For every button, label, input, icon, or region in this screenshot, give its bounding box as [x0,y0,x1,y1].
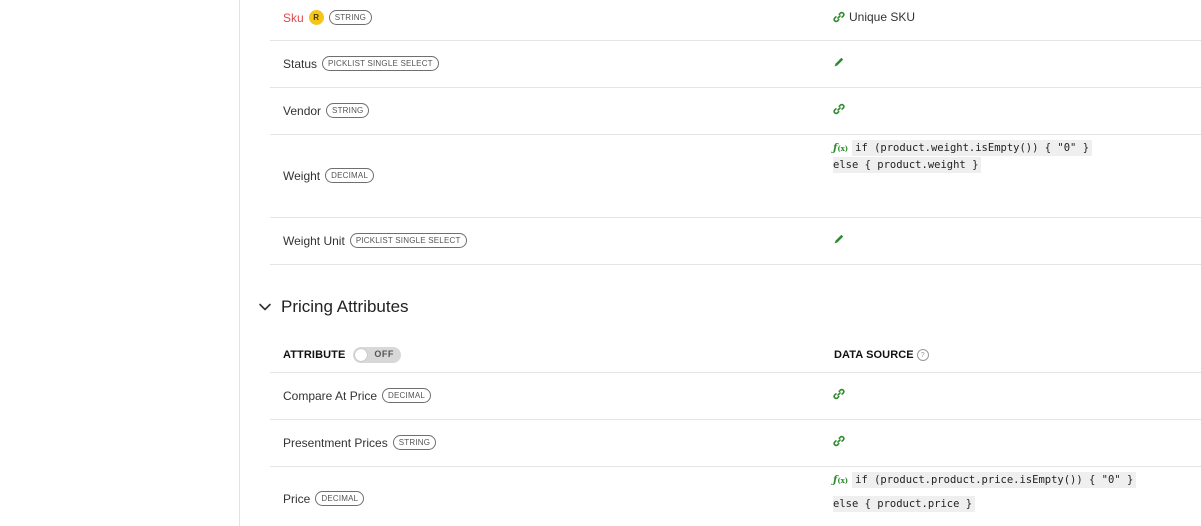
link-icon [833,103,845,115]
left-panel [0,0,240,526]
data-source-cell[interactable] [833,388,845,400]
data-source-cell[interactable]: Unique SKU [833,10,915,24]
attribute-cell: Status PICKLIST SINGLE SELECT [283,56,439,71]
formula-code: if (product.product.price.isEmpty()) { "… [852,472,1137,488]
formula-line: else { product.weight } [833,157,1092,173]
type-badge: DECIMAL [382,388,432,403]
table-row: Sku R STRING Unique SKU [270,0,1201,41]
attribute-name: Weight [283,168,321,183]
data-source-label: Unique SKU [849,10,916,24]
data-source-cell[interactable] [833,56,845,68]
formula-code: else { product.weight } [833,157,982,173]
section-header-pricing[interactable]: Pricing Attributes [258,297,409,317]
table-header: ATTRIBUTE OFF DATA SOURCE ? [270,340,1201,373]
formula-cell[interactable]: ƒ(x) if (product.product.price.isEmpty()… [833,472,1137,512]
attribute-mapping-content: Sku R STRING Unique SKU Status PICKLIST … [240,0,1201,526]
attribute-name: Sku [283,10,304,25]
required-badge: R [308,10,324,25]
toggle-knob [355,349,368,361]
data-source-cell[interactable] [833,435,845,447]
type-badge: DECIMAL [315,491,365,506]
table-row: Vendor STRING [270,88,1201,135]
table-row: Status PICKLIST SINGLE SELECT [270,41,1201,88]
pencil-icon [834,234,844,244]
table-row: Price DECIMAL ƒ(x) if (product.product.p… [270,467,1201,526]
data-source-cell[interactable] [833,233,845,245]
formula-line: ƒ(x) if (product.product.price.isEmpty()… [833,472,1137,488]
attribute-cell: Vendor STRING [283,103,370,118]
data-source-header-label: DATA SOURCE [834,349,914,361]
attribute-name: Price [283,491,311,506]
attribute-name: Vendor [283,103,322,118]
formula-icon: ƒ(x) [833,142,849,154]
data-source-cell[interactable] [833,103,845,115]
formula-code: else { product.price } [833,496,976,512]
type-badge: PICKLIST SINGLE SELECT [322,56,439,71]
type-badge: STRING [328,10,373,25]
table-row: Weight DECIMAL ƒ(x) if (product.weight.i… [270,135,1201,218]
attribute-name: Presentment Prices [283,435,388,450]
table-row: Compare At Price DECIMAL [270,373,1201,420]
toggle-label: OFF [374,349,394,359]
attribute-name: Status [283,56,318,71]
formula-icon: ƒ(x) [833,474,849,486]
attribute-name: Weight Unit [283,233,345,248]
attribute-header-label: ATTRIBUTE [283,349,346,361]
type-badge: PICKLIST SINGLE SELECT [349,233,467,248]
formula-cell[interactable]: ƒ(x) if (product.weight.isEmpty()) { "0"… [833,140,1093,173]
attribute-cell: Sku R STRING [283,10,373,25]
link-icon [833,388,845,400]
link-icon [833,11,845,23]
formula-line: ƒ(x) if (product.weight.isEmpty()) { "0"… [833,140,1093,156]
attribute-cell: Weight Unit PICKLIST SINGLE SELECT [283,233,467,248]
attribute-toggle[interactable]: OFF [353,347,402,363]
attribute-column-header: ATTRIBUTE OFF [283,347,402,363]
formula-code: if (product.weight.isEmpty()) { "0" } [852,140,1093,156]
attribute-cell: Price DECIMAL [283,491,365,506]
table-row: Presentment Prices STRING [270,420,1201,467]
type-badge: DECIMAL [325,168,375,183]
attribute-cell: Compare At Price DECIMAL [283,388,432,403]
attribute-name: Compare At Price [283,388,378,403]
type-badge: STRING [392,435,437,450]
chevron-down-icon[interactable] [258,300,272,314]
help-icon[interactable]: ? [916,349,929,361]
formula-line: else { product.price } [833,496,1136,512]
data-source-column-header: DATA SOURCE ? [834,349,929,361]
attribute-cell: Weight DECIMAL [283,168,375,183]
section-title: Pricing Attributes [281,297,409,316]
table-row: Weight Unit PICKLIST SINGLE SELECT [270,218,1201,265]
type-badge: STRING [326,103,370,118]
pencil-icon [834,57,844,67]
link-icon [833,435,845,447]
attribute-cell: Presentment Prices STRING [283,435,437,450]
